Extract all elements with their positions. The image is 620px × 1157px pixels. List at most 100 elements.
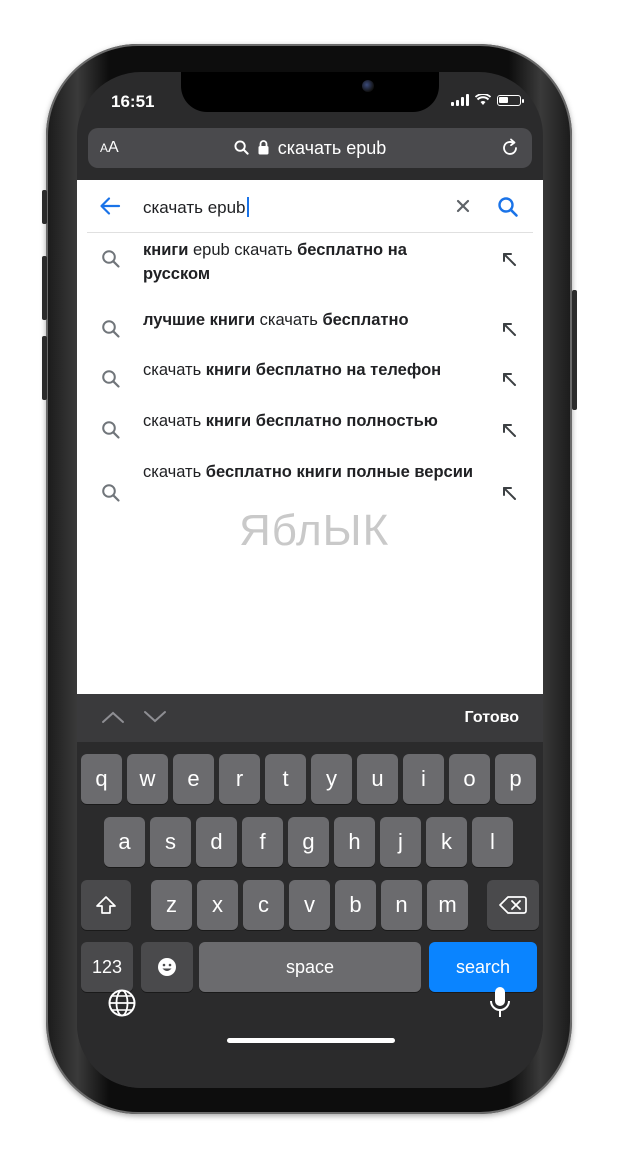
space-key[interactable]: space: [199, 942, 421, 992]
suggestion-text: лучшие книги скачать бесплатно: [143, 308, 477, 332]
phone-screen: 16:51 AA скачать epub скачать epub книги…: [77, 72, 543, 1088]
key-c[interactable]: c: [243, 880, 284, 930]
search-input[interactable]: скачать epub: [143, 197, 249, 218]
notch: [181, 72, 439, 112]
search-input-value: скачать epub: [143, 198, 246, 217]
web-page: скачать epub книги epub скачать бесплатн…: [77, 180, 543, 694]
key-m[interactable]: m: [427, 880, 468, 930]
status-time: 16:51: [111, 92, 155, 111]
suggestion-text: книги epub скачать бесплатно на русском: [143, 238, 477, 286]
key-w[interactable]: w: [127, 754, 168, 804]
search-icon: [102, 370, 120, 388]
suggestion-item[interactable]: книги epub скачать бесплатно на русском: [77, 240, 543, 296]
suggestion-item[interactable]: скачать книги бесплатно полностью: [77, 411, 543, 451]
watermark-logo: ЯблЫК: [239, 506, 390, 555]
fill-arrow-icon[interactable]: [501, 321, 517, 337]
status-icons: [451, 94, 524, 106]
done-button[interactable]: Готово: [465, 709, 519, 727]
side-button: [572, 290, 577, 410]
clear-icon[interactable]: [455, 198, 471, 214]
key-j[interactable]: j: [380, 817, 421, 867]
key-i[interactable]: i: [403, 754, 444, 804]
key-l[interactable]: l: [472, 817, 513, 867]
search-submit-icon[interactable]: [497, 196, 519, 218]
fill-arrow-icon[interactable]: [501, 485, 517, 501]
lock-icon: [258, 140, 269, 155]
key-v[interactable]: v: [289, 880, 330, 930]
address-text: скачать epub: [277, 138, 387, 158]
search-box[interactable]: скачать epub: [77, 180, 543, 232]
emoji-key[interactable]: [141, 942, 193, 992]
key-f[interactable]: f: [242, 817, 283, 867]
key-g[interactable]: g: [288, 817, 329, 867]
suggestion-text-bold: бесплатно: [322, 311, 409, 329]
key-k[interactable]: k: [426, 817, 467, 867]
key-e[interactable]: e: [173, 754, 214, 804]
suggestion-text-normal: скачать: [143, 412, 206, 430]
fill-arrow-icon[interactable]: [501, 251, 517, 267]
volume-up-button: [42, 256, 47, 320]
search-icon: [234, 140, 249, 155]
suggestion-item[interactable]: лучшие книги скачать бесплатно: [77, 310, 543, 350]
shift-key[interactable]: [81, 880, 131, 930]
chevron-down-icon[interactable]: [143, 710, 167, 724]
search-icon: [102, 484, 120, 502]
suggestion-text: скачать бесплатно книги полные версии: [143, 460, 477, 484]
text-caret: [246, 197, 249, 217]
address-text-container[interactable]: скачать epub: [88, 138, 532, 159]
suggestion-text: скачать книги бесплатно полностью: [143, 409, 477, 433]
home-indicator[interactable]: [227, 1038, 395, 1043]
battery-icon: [497, 94, 524, 106]
key-q[interactable]: q: [81, 754, 122, 804]
microphone-icon[interactable]: [489, 986, 511, 1020]
key-p[interactable]: p: [495, 754, 536, 804]
key-b[interactable]: b: [335, 880, 376, 930]
suggestion-item[interactable]: скачать книги бесплатно на телефон: [77, 360, 543, 400]
suggestion-text: скачать книги бесплатно на телефон: [143, 358, 477, 382]
front-camera: [362, 80, 374, 92]
chevron-up-icon[interactable]: [101, 710, 125, 724]
fill-arrow-icon[interactable]: [501, 371, 517, 387]
key-y[interactable]: y: [311, 754, 352, 804]
numbers-key[interactable]: 123: [81, 942, 133, 992]
key-o[interactable]: o: [449, 754, 490, 804]
search-divider: [87, 232, 533, 233]
key-t[interactable]: t: [265, 754, 306, 804]
suggestion-text-bold: книги: [143, 241, 189, 259]
suggestion-text-bold: лучшие книги: [143, 311, 256, 329]
search-key[interactable]: search: [429, 942, 537, 992]
suggestion-text-normal: скачать: [143, 463, 206, 481]
suggestion-text-bold: книги бесплатно на телефон: [205, 361, 442, 379]
suggestion-text-normal: скачать: [143, 361, 206, 379]
shift-icon: [96, 896, 116, 914]
globe-icon[interactable]: [107, 988, 137, 1018]
suggestion-text-bold: бесплатно книги полные версии: [205, 463, 474, 481]
key-s[interactable]: s: [150, 817, 191, 867]
keyboard: 123 space search qwertyuiop asdfghjkl zxcv…: [77, 742, 543, 1088]
mute-switch: [42, 190, 47, 224]
suggestion-text-normal: скачать: [255, 311, 323, 329]
wifi-icon: [475, 94, 491, 105]
suggestion-text-normal: epub скачать: [188, 241, 298, 259]
key-x[interactable]: x: [197, 880, 238, 930]
delete-icon: [499, 896, 527, 914]
delete-key[interactable]: [487, 880, 539, 930]
address-bar[interactable]: AA скачать epub: [88, 128, 532, 168]
fill-arrow-icon[interactable]: [501, 422, 517, 438]
key-z[interactable]: z: [151, 880, 192, 930]
reload-icon[interactable]: [500, 138, 520, 158]
volume-down-button: [42, 336, 47, 400]
back-arrow-icon[interactable]: [99, 196, 121, 216]
suggestion-text-bold: книги бесплатно полностью: [205, 412, 438, 430]
emoji-icon: [158, 958, 176, 976]
key-n[interactable]: n: [381, 880, 422, 930]
search-icon: [102, 320, 120, 338]
key-a[interactable]: a: [104, 817, 145, 867]
keyboard-accessory-bar: Готово: [77, 694, 543, 742]
key-u[interactable]: u: [357, 754, 398, 804]
cellular-signal-icon: [451, 94, 469, 106]
search-icon: [102, 250, 120, 268]
key-h[interactable]: h: [334, 817, 375, 867]
key-r[interactable]: r: [219, 754, 260, 804]
key-d[interactable]: d: [196, 817, 237, 867]
